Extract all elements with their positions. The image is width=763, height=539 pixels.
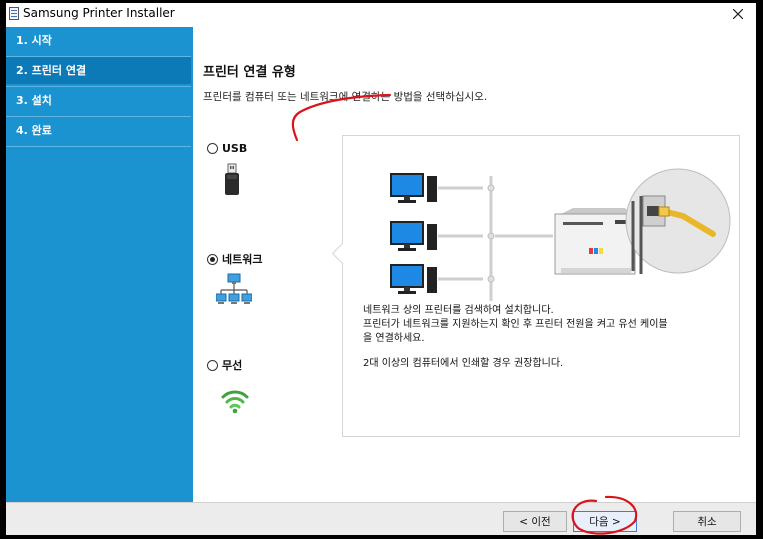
annotation-underline-mark <box>291 93 392 142</box>
annotation-layer <box>291 93 638 535</box>
annotation-circle-mark <box>571 495 638 535</box>
